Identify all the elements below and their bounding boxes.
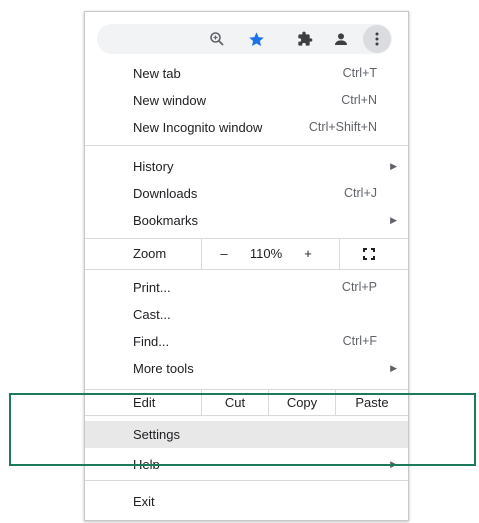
menu-item-label: New tab	[133, 66, 181, 81]
menu-item-label: More tools	[133, 361, 194, 376]
divider	[85, 269, 408, 270]
menu-item-exit[interactable]: Exit	[85, 488, 408, 515]
menu-item-label: Exit	[133, 494, 155, 509]
menu-item-new-window[interactable]: New window Ctrl+N	[85, 87, 408, 114]
menu-item-print[interactable]: Print... Ctrl+P	[85, 274, 408, 301]
menu-item-cast[interactable]: Cast...	[85, 301, 408, 328]
shortcut-text: Ctrl+J	[344, 186, 377, 200]
zoom-row: Zoom – 110% +	[85, 239, 408, 269]
shortcut-text: Ctrl+Shift+N	[308, 120, 377, 134]
menu-item-downloads[interactable]: Downloads Ctrl+J	[85, 180, 408, 207]
submenu-arrow-icon: ▶	[390, 363, 397, 373]
menu-item-label: Find...	[133, 334, 170, 349]
menu-item-label: History	[133, 159, 174, 174]
shortcut-text: Ctrl+N	[341, 93, 377, 107]
more-icon[interactable]	[363, 25, 391, 53]
fullscreen-icon[interactable]	[357, 239, 381, 269]
zoom-in-button[interactable]: +	[295, 239, 321, 269]
extensions-icon[interactable]	[293, 24, 317, 54]
submenu-arrow-icon: ▶	[390, 215, 397, 225]
menu-item-label: New Incognito window	[133, 120, 263, 135]
zoom-label: Zoom	[133, 246, 167, 261]
highlight-callout-box	[9, 393, 476, 466]
menu-item-new-tab[interactable]: New tab Ctrl+T	[85, 60, 408, 87]
menu-item-more-tools[interactable]: More tools ▶	[85, 355, 408, 382]
shortcut-text: Ctrl+T	[342, 66, 377, 80]
menu-item-label: Cast...	[133, 307, 171, 322]
divider	[85, 480, 408, 481]
menu-item-find[interactable]: Find... Ctrl+F	[85, 328, 408, 355]
shortcut-text: Ctrl+P	[341, 280, 377, 294]
menu-item-label: New window	[133, 93, 206, 108]
zoom-icon[interactable]	[205, 24, 229, 54]
divider	[339, 239, 340, 269]
toolbar	[97, 24, 392, 54]
zoom-level: 110%	[249, 246, 283, 261]
menu-item-bookmarks[interactable]: Bookmarks ▶	[85, 207, 408, 234]
divider	[85, 145, 408, 146]
menu-item-label: Print...	[133, 280, 171, 295]
divider	[201, 239, 202, 269]
menu-item-history[interactable]: History ▶	[85, 153, 408, 180]
zoom-out-button[interactable]: –	[211, 239, 237, 269]
profile-icon[interactable]	[329, 24, 353, 54]
submenu-arrow-icon: ▶	[390, 161, 397, 171]
shortcut-text: Ctrl+F	[342, 334, 377, 348]
menu-item-label: Bookmarks	[133, 213, 199, 228]
menu-item-new-incognito-window[interactable]: New Incognito window Ctrl+Shift+N	[85, 114, 408, 141]
star-icon[interactable]	[244, 24, 268, 54]
menu-item-label: Downloads	[133, 186, 198, 201]
